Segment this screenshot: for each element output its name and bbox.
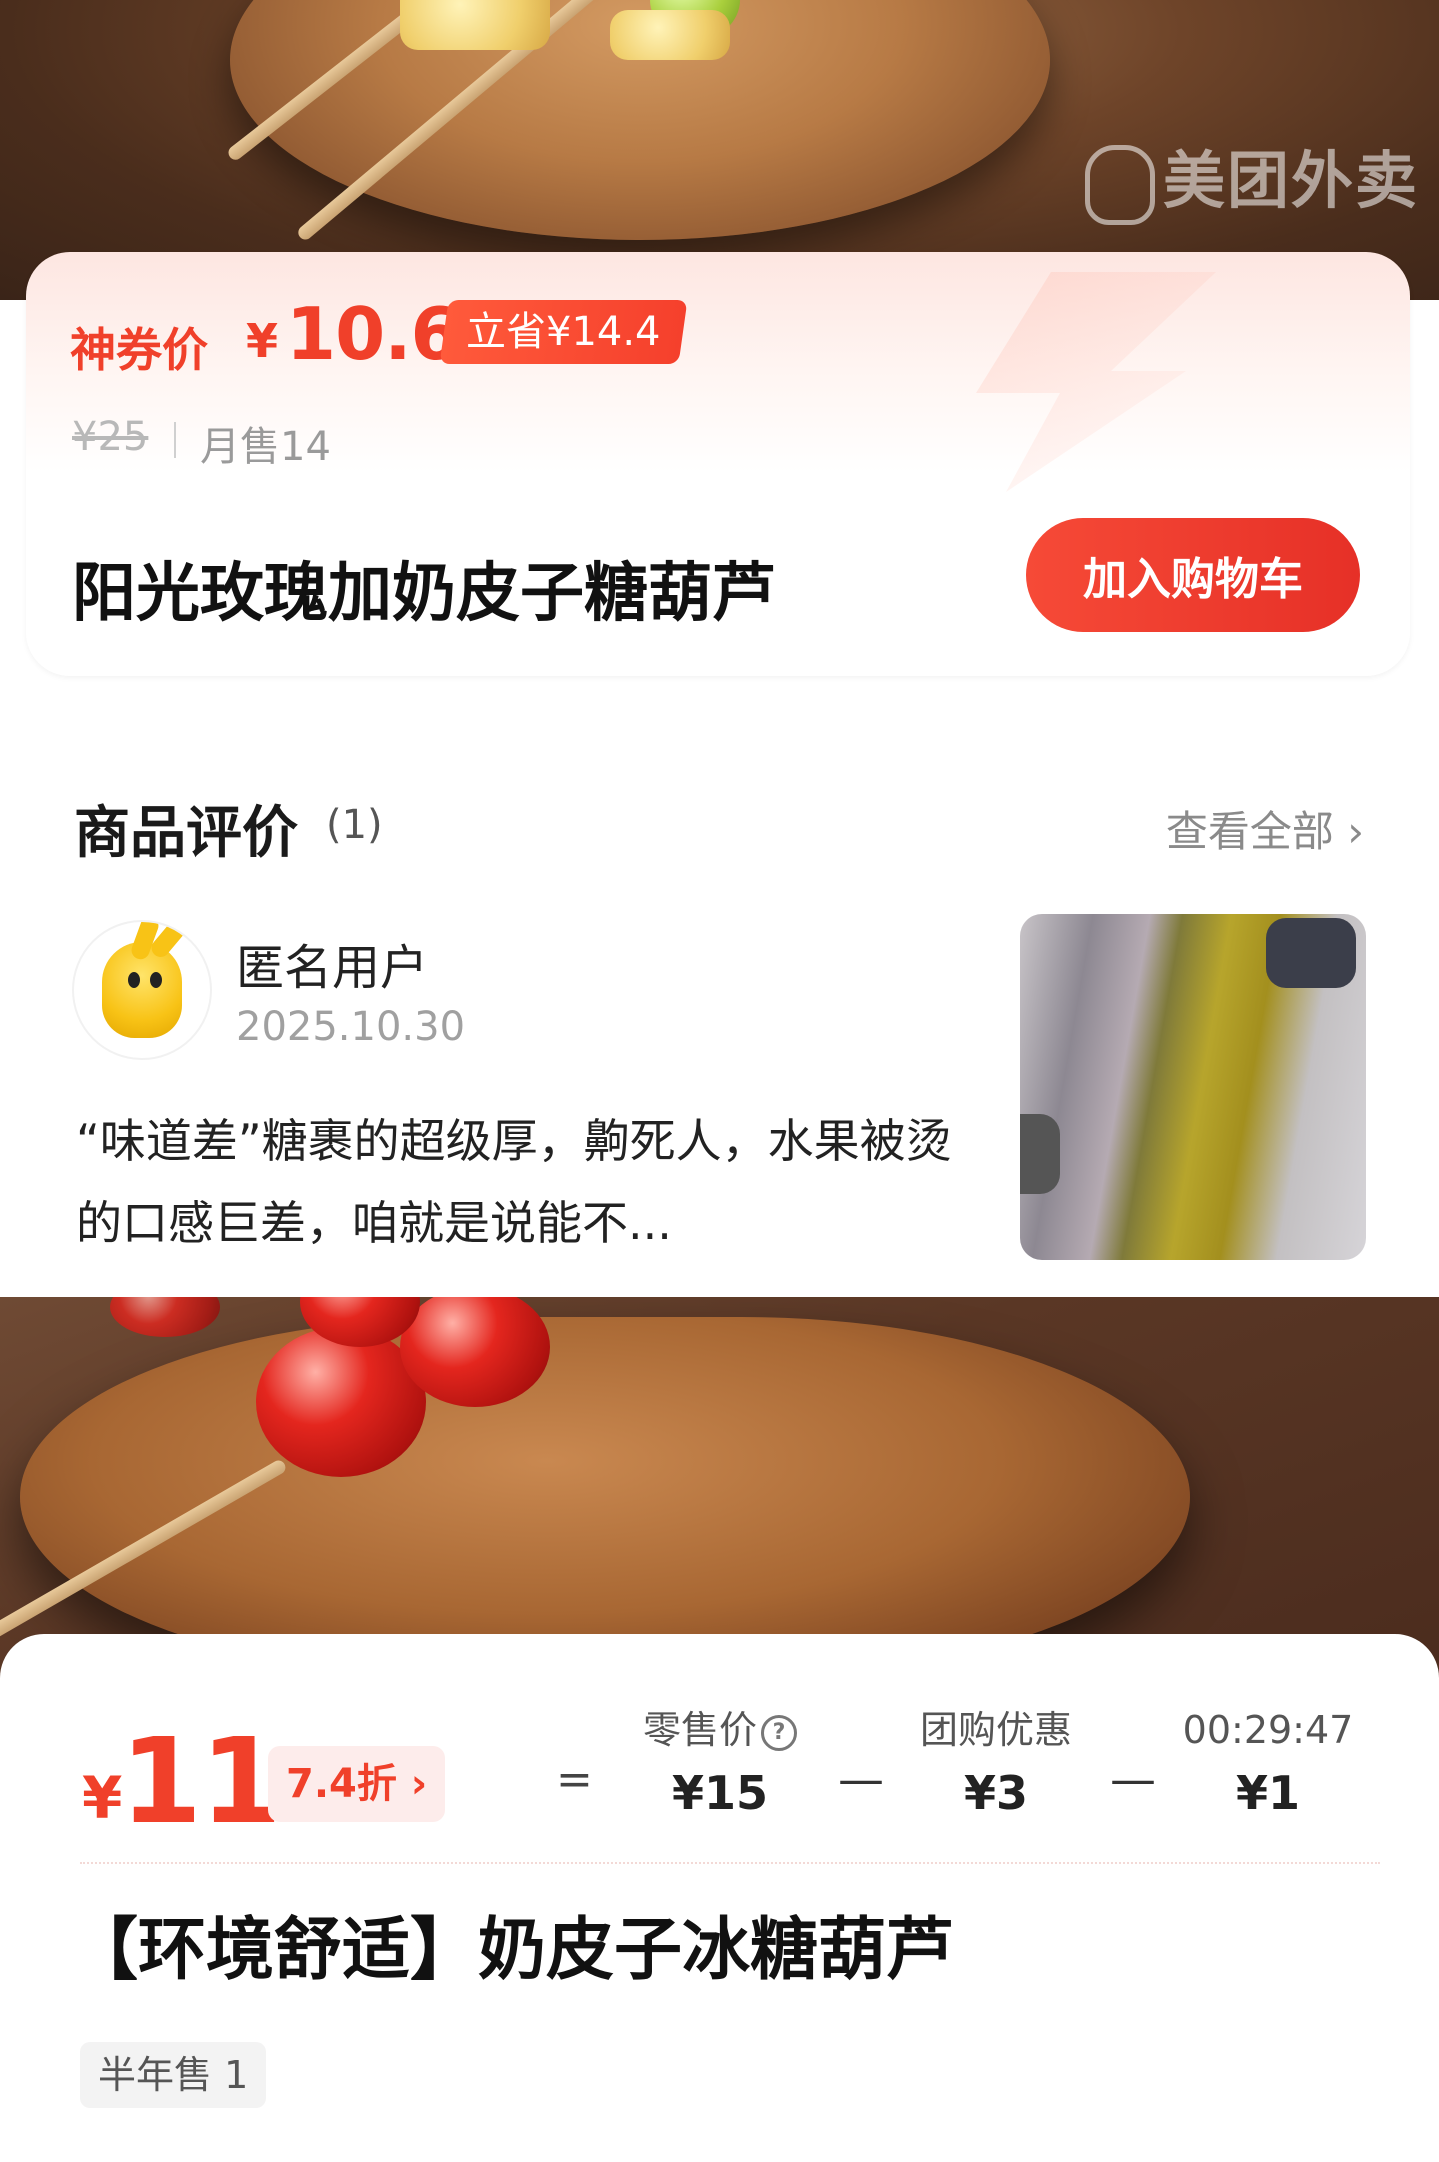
divider: [80, 1862, 1380, 1864]
fruit-skewer: [400, 0, 550, 50]
retail-price-column: 零售价? ¥15: [610, 1702, 830, 1828]
save-badge: 立省¥14.4: [439, 300, 688, 364]
reviews-card: 商品评价 (1) 查看全部 › 匿名用户 2025.10.30 “味道差”糖裹的…: [26, 710, 1410, 1310]
timer-discount-value: ¥1: [1235, 1766, 1300, 1820]
group-discount-column: 团购优惠 ¥3: [886, 1702, 1106, 1828]
meituan-watermark: 美团外卖: [1084, 130, 1419, 225]
equals-sign: =: [556, 1754, 593, 1805]
fruit-skewer: [610, 10, 730, 60]
group-discount-value: ¥3: [963, 1766, 1028, 1820]
candied-hawthorn: [110, 1297, 220, 1337]
retail-price-value: ¥15: [671, 1766, 769, 1820]
minus-sign: —: [1110, 1752, 1156, 1806]
photo-object: [1020, 1114, 1060, 1194]
retail-price-label: 零售价?: [610, 1702, 830, 1758]
eye: [128, 972, 140, 988]
deal-title: 【环境舒适】奶皮子冰糖葫芦: [70, 1911, 955, 1990]
eye: [150, 972, 162, 988]
wooden-board: [20, 1317, 1190, 1677]
reviews-title: 商品评价: [74, 801, 298, 866]
kangaroo-avatar-icon: [102, 922, 191, 1038]
timer-column: 00:29:47 ¥1: [1158, 1702, 1378, 1828]
currency-symbol: ¥: [246, 314, 279, 368]
meituan-logo-icon: [1084, 144, 1155, 225]
original-price: ¥25: [72, 414, 149, 460]
avatar: [72, 920, 212, 1060]
coupon-price-label: 神券价: [70, 323, 208, 377]
review-text[interactable]: “味道差”糖裹的超级厚，齁死人，水果被烫的口感巨差，咱就是说能不...: [76, 1100, 996, 1264]
photo-object: [1266, 918, 1356, 988]
minus-sign: —: [838, 1752, 884, 1806]
reviewer-name: 匿名用户: [236, 940, 429, 996]
currency-symbol: ¥: [82, 1764, 123, 1832]
product-price-card: 神券价 ¥ 10.6 立省¥14.4 ¥25 月售14 阳光玫瑰加奶皮子糖葫芦 …: [26, 252, 1410, 676]
product-title: 阳光玫瑰加奶皮子糖葫芦: [72, 557, 776, 631]
view-all-reviews-link[interactable]: 查看全部 ›: [1166, 798, 1364, 859]
divider: [174, 422, 176, 458]
group-discount-label: 团购优惠: [919, 1708, 1072, 1752]
discount-tag[interactable]: 7.4折 ›: [268, 1746, 446, 1822]
countdown-timer: 00:29:47: [1182, 1708, 1354, 1752]
review-date: 2025.10.30: [236, 1004, 466, 1050]
reviews-count: (1): [326, 802, 383, 848]
question-icon[interactable]: ?: [761, 1714, 797, 1751]
deal-card: ¥ 11 7.4折 › = 零售价? ¥15 — 团购优惠 ¥3 — 00:29…: [0, 1634, 1439, 2162]
lightning-icon: [976, 272, 1216, 492]
monthly-sales: 月售14: [200, 424, 331, 470]
half-year-sales-badge: 半年售 1: [80, 2042, 267, 2108]
review-photo[interactable]: [1020, 914, 1366, 1260]
add-to-cart-button[interactable]: 加入购物车: [1026, 518, 1360, 632]
deal-price: 11: [120, 1712, 282, 1850]
coupon-price: 10.6: [286, 292, 461, 376]
